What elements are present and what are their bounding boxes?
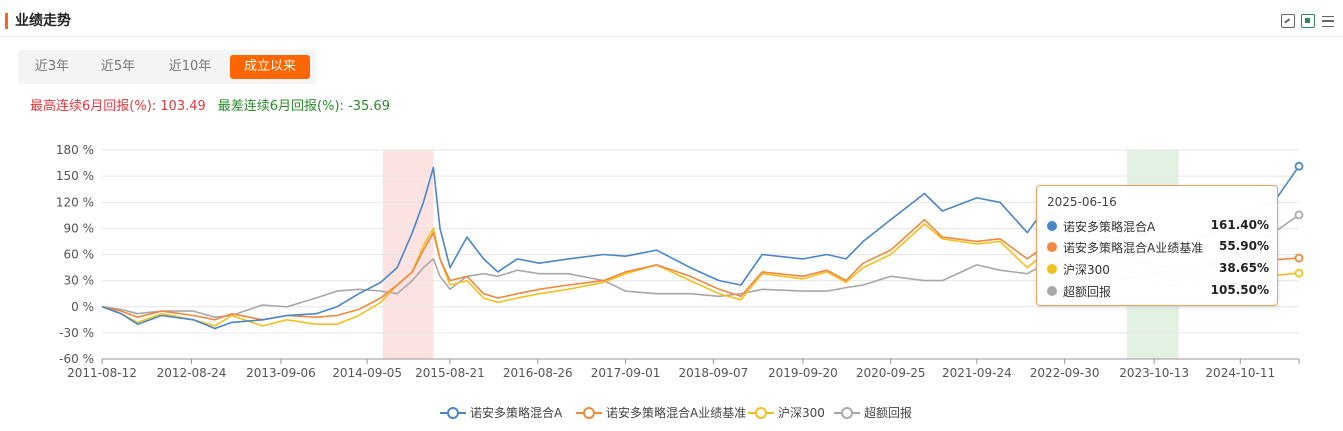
x-tick-label: 2012-08-24: [157, 366, 227, 380]
chart-legend: 诺安多策略混合A 诺安多策略混合A业绩基准 沪深300 超额回报: [0, 405, 1343, 421]
tab-3-years[interactable]: 近3年: [24, 55, 80, 79]
tooltip-dot-excess: [1047, 286, 1057, 296]
x-tick-label: 2023-10-13: [1119, 366, 1189, 380]
toolbar: [1281, 14, 1335, 28]
legend-label-benchmark: 诺安多策略混合A业绩基准: [606, 406, 747, 420]
panel-title: 业绩走势: [15, 13, 71, 29]
worst-6m-label: 最差连续6月回报(%):: [217, 99, 349, 114]
x-tick-label: 2021-09-24: [942, 366, 1012, 380]
tooltip-row-fund: 诺安多策略混合A 161.40%: [1047, 217, 1269, 235]
tooltip-dot-fund: [1047, 221, 1057, 231]
tooltip-value-excess: 105.50%: [1210, 283, 1269, 297]
y-tick-label: 90 %: [64, 221, 95, 235]
y-tick-label: 180 %: [56, 143, 94, 157]
tab-since-inception[interactable]: 成立以来: [230, 55, 310, 79]
tooltip-dot-benchmark: [1047, 242, 1057, 252]
end-point-benchmark: [1294, 253, 1304, 263]
tooltip-value-benchmark: 55.90%: [1219, 239, 1269, 253]
legend-marker-index: [748, 407, 774, 419]
tooltip-dot-index: [1047, 264, 1057, 274]
tooltip-label-benchmark: 诺安多策略混合A业绩基准: [1063, 241, 1204, 255]
tooltip-label-fund: 诺安多策略混合A: [1063, 220, 1156, 234]
excel-export-icon[interactable]: [1301, 14, 1315, 28]
y-tick-label: -60 %: [59, 352, 94, 366]
y-tick-label: 150 %: [56, 169, 94, 183]
worst-6m-value: -35.69: [348, 99, 390, 114]
worst-6m-return: 最差连续6月回报(%): -35.69: [218, 99, 390, 114]
end-point-fund: [1294, 161, 1304, 171]
tab-5-years[interactable]: 近5年: [90, 55, 146, 79]
x-tick-label: 2016-08-26: [503, 366, 573, 380]
return-stats: 最高连续6月回报(%): 103.49 最差连续6月回报(%): -35.69: [30, 99, 390, 115]
x-tick-label: 2020-09-25: [856, 366, 926, 380]
title-accent-bar: [5, 13, 8, 29]
tooltip-row-benchmark: 诺安多策略混合A业绩基准 55.90%: [1047, 238, 1269, 256]
legend-marker-excess: [834, 407, 860, 419]
end-point-excess: [1294, 210, 1304, 220]
legend-label-fund: 诺安多策略混合A: [470, 406, 563, 420]
tooltip-row-index: 沪深300 38.65%: [1047, 260, 1269, 278]
y-tick-label: 0 %: [71, 300, 94, 314]
chart-zoom-icon[interactable]: [1281, 14, 1295, 28]
list-icon[interactable]: [1321, 14, 1335, 28]
period-tabs: 近3年 近5年 近10年 成立以来: [18, 50, 316, 84]
tab-10-years[interactable]: 近10年: [158, 55, 222, 79]
best-6m-return: 最高连续6月回报(%): 103.49: [30, 99, 206, 114]
chart-tooltip: 2025-06-16 诺安多策略混合A 161.40% 诺安多策略混合A业绩基准…: [1036, 185, 1278, 306]
legend-label-index: 沪深300: [778, 406, 825, 420]
x-tick-label: 2019-09-20: [768, 366, 838, 380]
y-tick-label: 60 %: [64, 248, 95, 262]
best-6m-label: 最高连续6月回报(%):: [30, 99, 161, 114]
legend-marker-fund: [440, 407, 466, 419]
x-tick-label: 2015-08-21: [415, 366, 485, 380]
panel-header: 业绩走势: [0, 0, 1343, 37]
x-tick-label: 2014-09-05: [332, 366, 402, 380]
x-tick-label: 2011-08-12: [67, 366, 137, 380]
best-6m-value: 103.49: [160, 99, 206, 114]
x-tick-label: 2018-09-07: [679, 366, 749, 380]
legend-label-excess: 超额回报: [864, 406, 913, 420]
legend-marker-benchmark: [576, 407, 602, 419]
tooltip-date: 2025-06-16: [1047, 195, 1117, 209]
y-tick-label: 30 %: [64, 274, 95, 288]
tooltip-value-index: 38.65%: [1219, 261, 1269, 275]
y-tick-label: 120 %: [56, 195, 94, 209]
tooltip-label-index: 沪深300: [1063, 263, 1110, 277]
tooltip-value-fund: 161.40%: [1210, 218, 1269, 232]
y-tick-label: -30 %: [59, 326, 94, 340]
x-tick-label: 2022-09-30: [1030, 366, 1100, 380]
x-tick-label: 2013-09-06: [246, 366, 316, 380]
tooltip-label-excess: 超额回报: [1063, 285, 1112, 299]
x-tick-label: 2017-09-01: [591, 366, 661, 380]
end-point-index: [1294, 268, 1304, 278]
x-tick-label: 2024-10-11: [1205, 366, 1275, 380]
tooltip-row-excess: 超额回报 105.50%: [1047, 282, 1269, 300]
